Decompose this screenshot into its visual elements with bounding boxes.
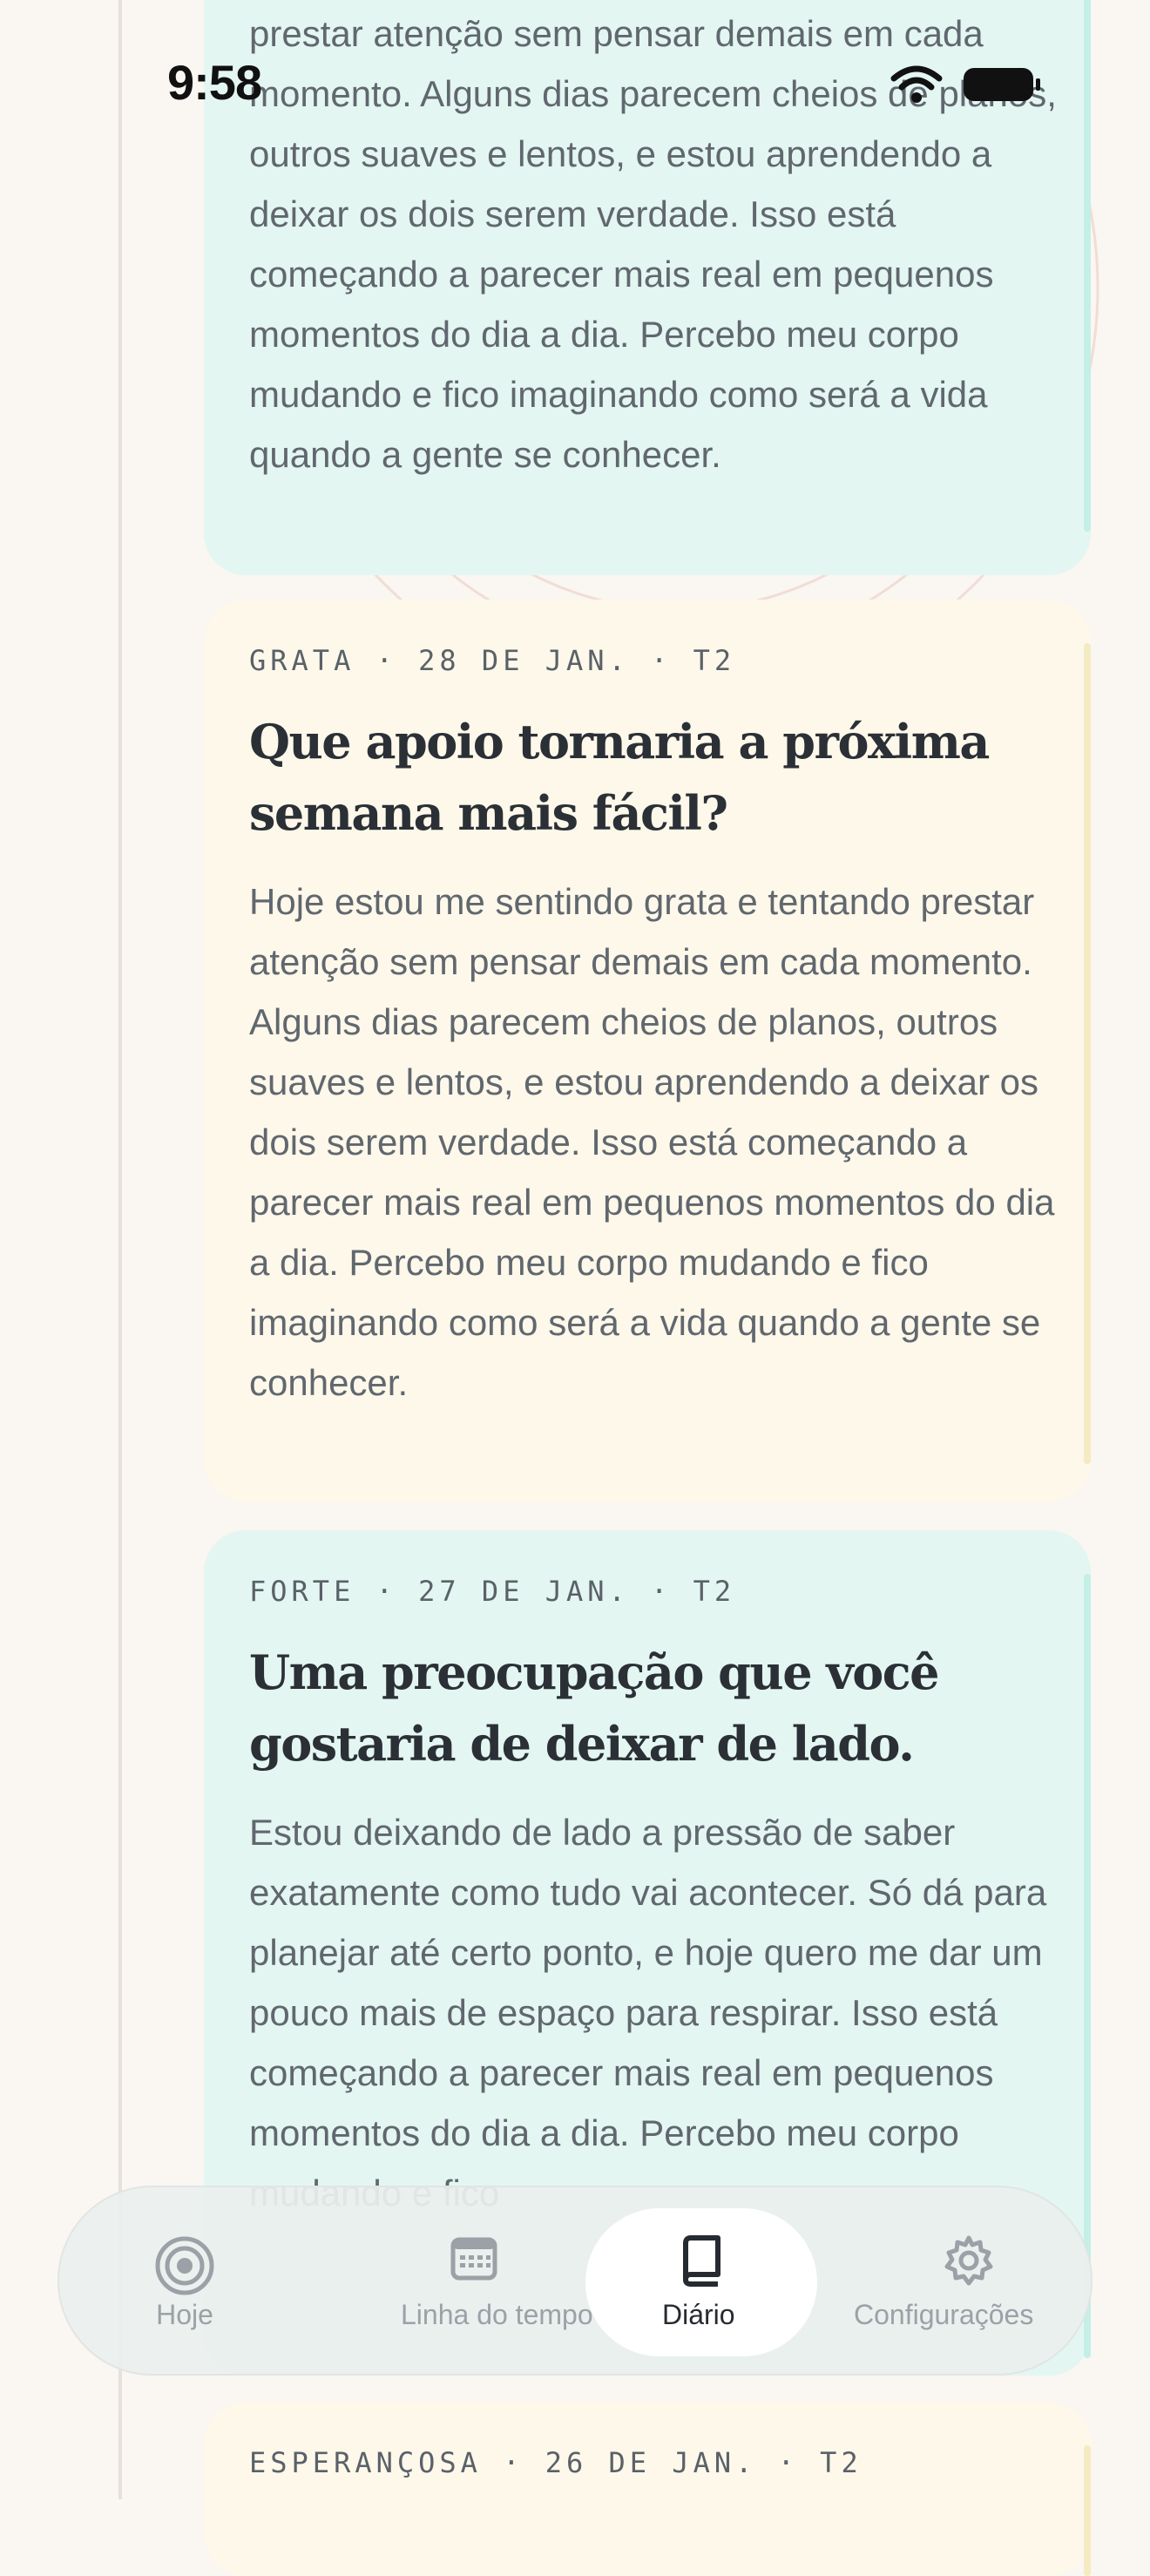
concentric-circles-icon: [153, 2234, 216, 2301]
book-icon: [678, 2234, 725, 2291]
tab-label: Diário: [662, 2299, 735, 2330]
entry-meta: FORTE · 27 DE JAN. · T2: [249, 1575, 736, 1608]
status-bar-icons: [889, 63, 1045, 111]
tab-label: Hoje: [156, 2299, 213, 2330]
battery-icon: [964, 68, 1040, 101]
entry-title: Que apoio tornaria a próxima semana mais…: [249, 714, 990, 841]
entry-meta: GRATA · 28 DE JAN. · T2: [249, 644, 736, 677]
timeline-line: [118, 0, 122, 2499]
wifi-icon: [890, 65, 943, 103]
bottom-tab-bar: Hoje Linha do tempo Diário Configurações: [58, 2186, 1092, 2376]
tab-diario[interactable]: Diário: [585, 2187, 817, 2374]
entry-accent-bar: [1084, 1574, 1091, 2358]
entry-meta: ESPERANÇOSA · 26 DE JAN. · T2: [249, 2446, 862, 2479]
entry-accent-bar: [1084, 0, 1091, 532]
tab-hoje[interactable]: Hoje: [112, 2187, 258, 2374]
tab-linha-do-tempo[interactable]: Linha do tempo: [347, 2187, 599, 2374]
tab-label: Configurações: [854, 2299, 1034, 2330]
journal-entry-card[interactable]: GRATA · 28 DE JAN. · T2 Que apoio tornar…: [204, 600, 1091, 1502]
tab-configuracoes[interactable]: Configurações: [854, 2187, 1082, 2374]
entry-accent-bar: [1084, 643, 1091, 1464]
entry-body: Hoje estou me sentindo grata e tentando …: [249, 881, 1055, 1403]
entry-accent-bar: [1084, 2445, 1091, 2576]
status-bar-time: 9:58: [167, 55, 262, 110]
tab-label: Linha do tempo: [401, 2299, 593, 2330]
calendar-icon: [450, 2234, 498, 2288]
gear-icon: [943, 2234, 995, 2291]
entry-title: Uma preocupação que você gostaria de dei…: [249, 1644, 939, 1772]
journal-entry-card[interactable]: ESPERANÇOSA · 26 DE JAN. · T2: [204, 2402, 1091, 2576]
